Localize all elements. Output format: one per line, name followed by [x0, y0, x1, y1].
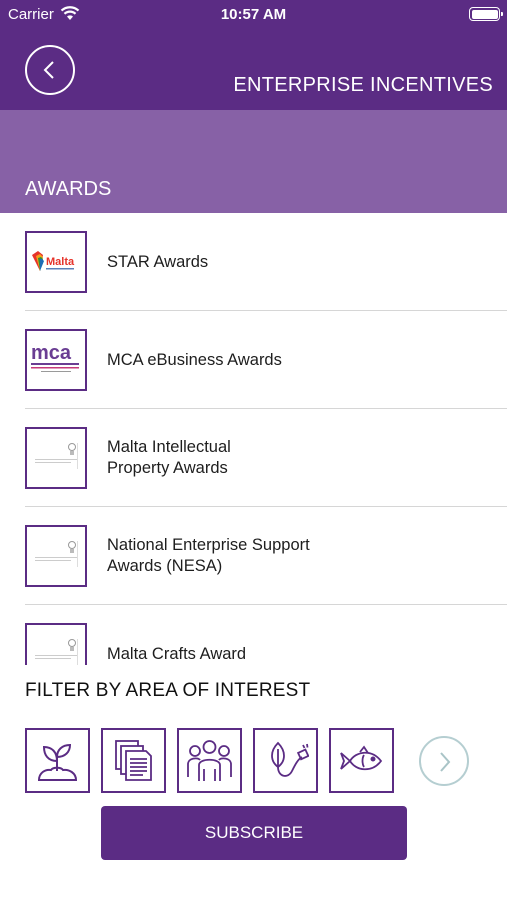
mca-logo-text: mca — [31, 342, 72, 364]
document-thumbnail-icon — [35, 639, 78, 665]
award-item-malta-ip[interactable]: Malta Intellectual Property Awards — [0, 409, 507, 507]
page-title: ENTERPRISE INCENTIVES — [233, 74, 493, 96]
header-bar: Carrier 10:57 AM ENTERPRISE INCENTIVES — [0, 0, 507, 110]
section-title: AWARDS — [25, 178, 112, 200]
filter-agriculture-button[interactable] — [25, 728, 90, 793]
filter-people-button[interactable] — [177, 728, 242, 793]
award-document-logo — [25, 623, 87, 665]
document-thumbnail-icon — [35, 541, 78, 567]
document-thumbnail-icon — [35, 443, 78, 469]
eco-energy-icon — [271, 741, 309, 777]
award-item-mca-ebusiness[interactable]: mca MCA eBusiness Awards — [0, 311, 507, 409]
award-item-nesa[interactable]: National Enterprise Support Awards (NESA… — [0, 507, 507, 605]
award-label: STAR Awards — [107, 253, 209, 271]
chevron-right-icon — [440, 752, 451, 772]
filter-title: FILTER BY AREA OF INTEREST — [25, 680, 311, 701]
mca-logo-icon: mca — [31, 342, 79, 372]
battery-icon — [469, 7, 503, 21]
documents-icon — [115, 740, 152, 781]
fish-icon — [340, 745, 383, 771]
award-list[interactable]: Malta STAR Awards mca MCA eBusiness Awar… — [0, 213, 507, 665]
award-label: National Enterprise Support Awards (NESA… — [107, 536, 310, 575]
award-label: MCA eBusiness Awards — [107, 351, 282, 369]
award-document-logo — [25, 427, 87, 489]
malta-logo-icon: Malta — [32, 251, 75, 271]
filter-energy-button[interactable] — [253, 728, 318, 793]
award-label: Malta Crafts Award — [107, 645, 247, 663]
chevron-left-icon — [43, 61, 54, 79]
award-item-star-awards[interactable]: Malta STAR Awards — [0, 213, 507, 311]
back-button[interactable] — [25, 45, 75, 95]
clock: 10:57 AM — [220, 6, 287, 23]
people-icon — [187, 740, 232, 781]
subscribe-button[interactable]: SUBSCRIBE — [101, 806, 407, 860]
filter-next-button[interactable] — [419, 736, 469, 786]
award-item-malta-crafts[interactable]: Malta Crafts Award — [0, 605, 507, 665]
star-awards-logo: Malta — [25, 231, 87, 293]
mca-logo: mca — [25, 329, 87, 391]
status-bar: Carrier 10:57 AM — [0, 0, 507, 28]
filter-fisheries-button[interactable] — [329, 728, 394, 793]
award-label: Malta Intellectual Property Awards — [107, 438, 231, 477]
filter-documents-button[interactable] — [101, 728, 166, 793]
award-document-logo — [25, 525, 87, 587]
plant-icon — [37, 743, 78, 781]
malta-logo-text: Malta — [46, 256, 75, 268]
